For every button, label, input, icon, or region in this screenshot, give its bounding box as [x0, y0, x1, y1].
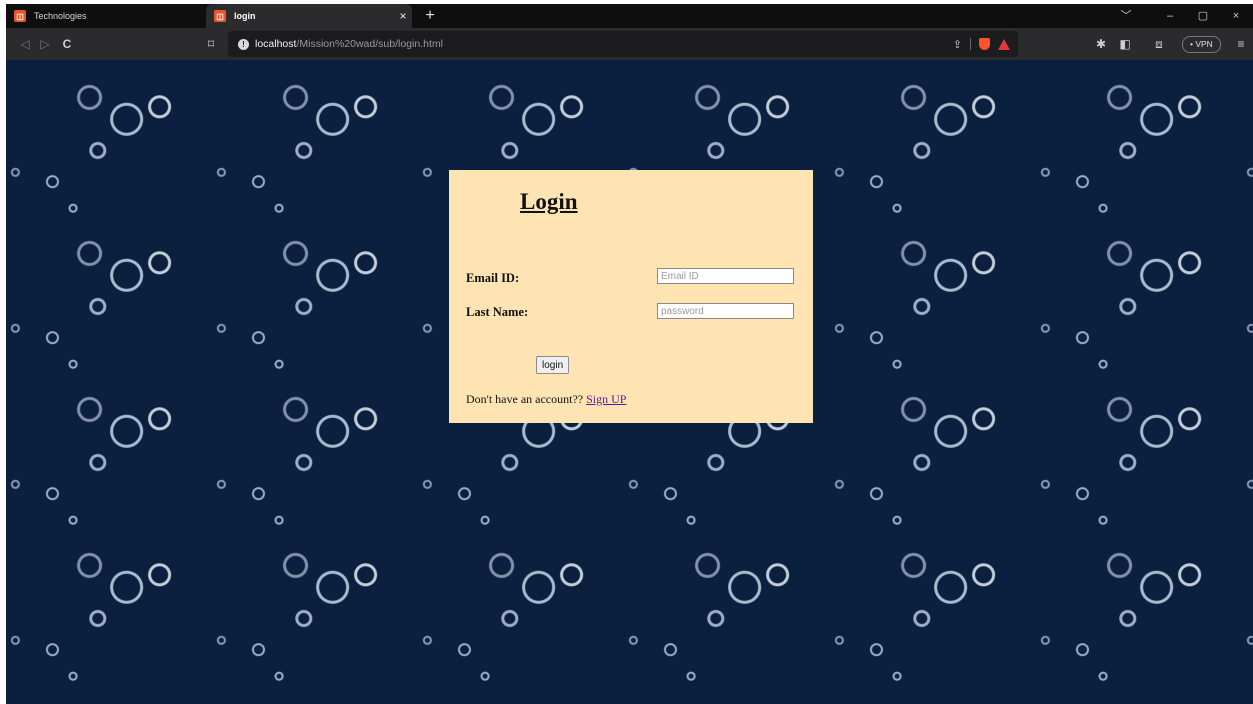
signup-prompt-text: Don't have an account?? — [466, 392, 584, 406]
tab-technologies[interactable]: ◫ Technologies — [6, 4, 202, 28]
brave-rewards-icon[interactable] — [998, 38, 1010, 50]
forward-icon[interactable]: ▷ — [36, 28, 54, 60]
address-bar[interactable]: ! localhost/Mission%20wad/sub/login.html… — [228, 31, 1018, 57]
xampp-favicon-icon: ◫ — [14, 10, 26, 22]
maximize-button[interactable]: ▢ — [1193, 4, 1213, 28]
bookmark-icon[interactable]: ⌑ — [202, 28, 220, 60]
new-tab-button[interactable]: + — [422, 4, 438, 28]
reload-icon[interactable]: C — [58, 28, 76, 60]
page-title: Login — [520, 189, 578, 214]
xampp-favicon-icon: ◫ — [214, 10, 226, 22]
page-viewport: Login Email ID: Last Name: login Don't h… — [6, 60, 1253, 704]
wallet-icon[interactable]: ⧈ — [1150, 28, 1168, 60]
vpn-button[interactable]: • VPN — [1182, 36, 1221, 53]
login-form: Login Email ID: Last Name: login Don't h… — [449, 170, 813, 423]
signup-link[interactable]: Sign UP — [586, 392, 626, 406]
browser-toolbar: ◁ ▷ C ⌑ ! localhost/Mission%20wad/sub/lo… — [6, 28, 1253, 60]
tab-search-chevron-icon[interactable]: ﹀ — [1116, 4, 1136, 28]
password-label: Last Name: — [466, 305, 529, 319]
close-window-button[interactable]: × — [1226, 4, 1246, 28]
sidebar-icon[interactable]: ◧ — [1116, 28, 1134, 60]
email-field[interactable] — [657, 268, 794, 284]
back-icon[interactable]: ◁ — [16, 28, 34, 60]
tab-title: Technologies — [34, 11, 87, 21]
site-info-icon[interactable]: ! — [238, 38, 249, 50]
password-field[interactable] — [657, 303, 794, 319]
menu-icon[interactable]: ≡ — [1232, 28, 1250, 60]
login-button[interactable]: login — [536, 356, 570, 374]
minimize-button[interactable]: – — [1160, 4, 1180, 28]
signup-prompt: Don't have an account?? Sign UP — [466, 392, 626, 407]
tab-login[interactable]: ◫ login × — [206, 4, 412, 28]
share-icon[interactable]: ⇪ — [953, 38, 962, 51]
extensions-puzzle-icon[interactable]: ✱ — [1092, 28, 1110, 60]
email-label: Email ID: — [466, 271, 520, 285]
divider — [970, 38, 971, 50]
url-text[interactable]: localhost/Mission%20wad/sub/login.html — [255, 38, 443, 50]
tab-bar: ◫ Technologies ◫ login × + ﹀ – ▢ × — [6, 4, 1253, 28]
address-bar-actions: ⇪ — [953, 31, 1010, 57]
close-tab-icon[interactable]: × — [394, 9, 412, 23]
tab-title: login — [234, 11, 256, 21]
brave-shields-icon[interactable] — [979, 38, 990, 50]
